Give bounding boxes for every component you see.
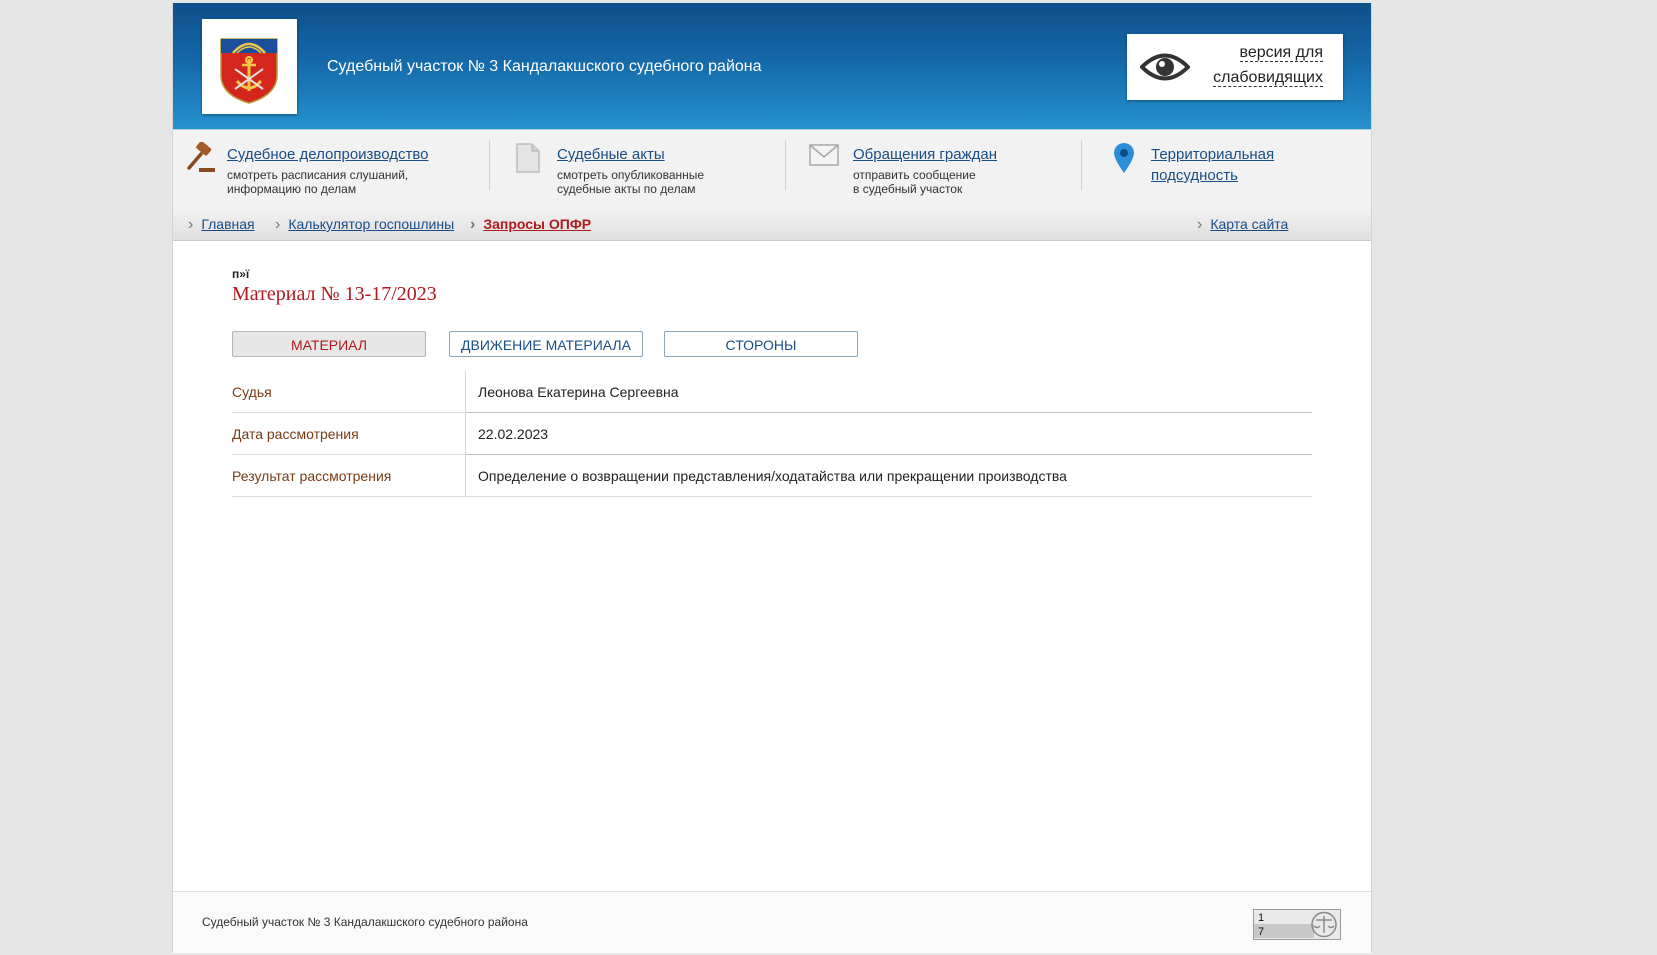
service-jurisdiction-link-line2: подсудность <box>1151 167 1238 184</box>
service-desc-line: смотреть опубликованные <box>557 168 705 182</box>
service-jurisdiction-link-line1: Территориальная <box>1151 146 1275 163</box>
service-citizen-appeals-desc: отправить сообщение в судебный участок <box>853 168 976 196</box>
service-court-proceedings-link[interactable]: Судебное делопроизводство <box>227 144 429 165</box>
table-row: Дата рассмотрения 22.02.2023 <box>232 412 1312 455</box>
gavel-icon <box>187 142 215 172</box>
table-row: Результат рассмотрения Определение о воз… <box>232 454 1312 497</box>
map-pin-icon <box>1114 143 1134 173</box>
site-header: Судебный участок № 3 Кандалакшского суде… <box>173 3 1371 129</box>
row-label: Результат рассмотрения <box>232 454 466 497</box>
visit-counter[interactable]: 1 7 <box>1253 909 1341 940</box>
service-court-acts-link[interactable]: Судебные акты <box>557 144 665 165</box>
service-desc-line: судебные акты по делам <box>557 182 696 196</box>
row-value: Леонова Екатерина Сергеевна <box>465 371 1312 413</box>
tab-parties[interactable]: СТОРОНЫ <box>664 331 858 357</box>
service-jurisdiction-link[interactable]: Территориальная подсудность <box>1151 144 1274 186</box>
site-footer: Судебный участок № 3 Кандалакшского суде… <box>173 891 1371 953</box>
eye-icon <box>1140 53 1190 81</box>
envelope-icon <box>809 144 839 166</box>
row-label: Дата рассмотрения <box>232 412 466 455</box>
counter-value-bottom: 7 <box>1258 926 1265 938</box>
service-desc-line: отправить сообщение <box>853 168 976 182</box>
divider <box>1081 140 1082 190</box>
row-label: Судья <box>232 371 466 413</box>
breadcrumb: Главная Калькулятор госпошлины Запросы О… <box>173 209 1371 241</box>
service-court-acts-desc: смотреть опубликованные судебные акты по… <box>557 168 704 196</box>
divider <box>785 140 786 190</box>
accessibility-label[interactable]: версия для слабовидящих <box>1213 40 1323 90</box>
row-value: 22.02.2023 <box>465 412 1312 455</box>
page: Судебный участок № 3 Кандалакшского суде… <box>172 3 1372 953</box>
service-desc-line: смотреть расписания слушаний, <box>227 168 409 182</box>
service-citizen-appeals-link[interactable]: Обращения граждан <box>853 144 997 165</box>
tab-material[interactable]: МАТЕРИАЛ <box>232 331 426 357</box>
breadcrumb-home[interactable]: Главная <box>188 216 254 234</box>
tab-material-movement[interactable]: ДВИЖЕНИЕ МАТЕРИАЛА <box>449 331 643 357</box>
crest-logo[interactable] <box>202 19 297 114</box>
service-desc-line: информацию по делам <box>227 182 357 196</box>
divider <box>489 140 490 190</box>
counter-value-top: 1 <box>1258 912 1265 924</box>
service-desc-line: в судебный участок <box>853 182 963 196</box>
encoding-artifact-text: п»ї <box>232 267 250 281</box>
service-court-proceedings-desc: смотреть расписания слушаний, информацию… <box>227 168 408 196</box>
page-title: Материал № 13-17/2023 <box>232 283 437 305</box>
material-info-table: Судья Леонова Екатерина Сергеевна Дата р… <box>232 371 1312 497</box>
accessibility-label-line2: слабовидящих <box>1213 69 1323 87</box>
table-row: Судья Леонова Екатерина Сергеевна <box>232 371 1312 413</box>
coat-of-arms-icon <box>220 38 278 104</box>
services-nav: Судебное делопроизводство смотреть распи… <box>173 129 1371 210</box>
scales-icon <box>1311 911 1337 938</box>
document-icon <box>516 143 540 173</box>
site-title: Судебный участок № 3 Кандалакшского суде… <box>327 58 762 75</box>
footer-text: Судебный участок № 3 Кандалакшского суде… <box>202 915 528 929</box>
breadcrumb-fee-calculator[interactable]: Калькулятор госпошлины <box>275 216 454 234</box>
breadcrumb-opfr-requests[interactable]: Запросы ОПФР <box>470 216 591 234</box>
accessibility-version-button[interactable]: версия для слабовидящих <box>1127 34 1343 100</box>
row-value: Определение о возвращении представления/… <box>465 454 1312 497</box>
breadcrumb-sitemap[interactable]: Карта сайта <box>1197 216 1288 234</box>
accessibility-label-line1: версия для <box>1239 44 1323 62</box>
